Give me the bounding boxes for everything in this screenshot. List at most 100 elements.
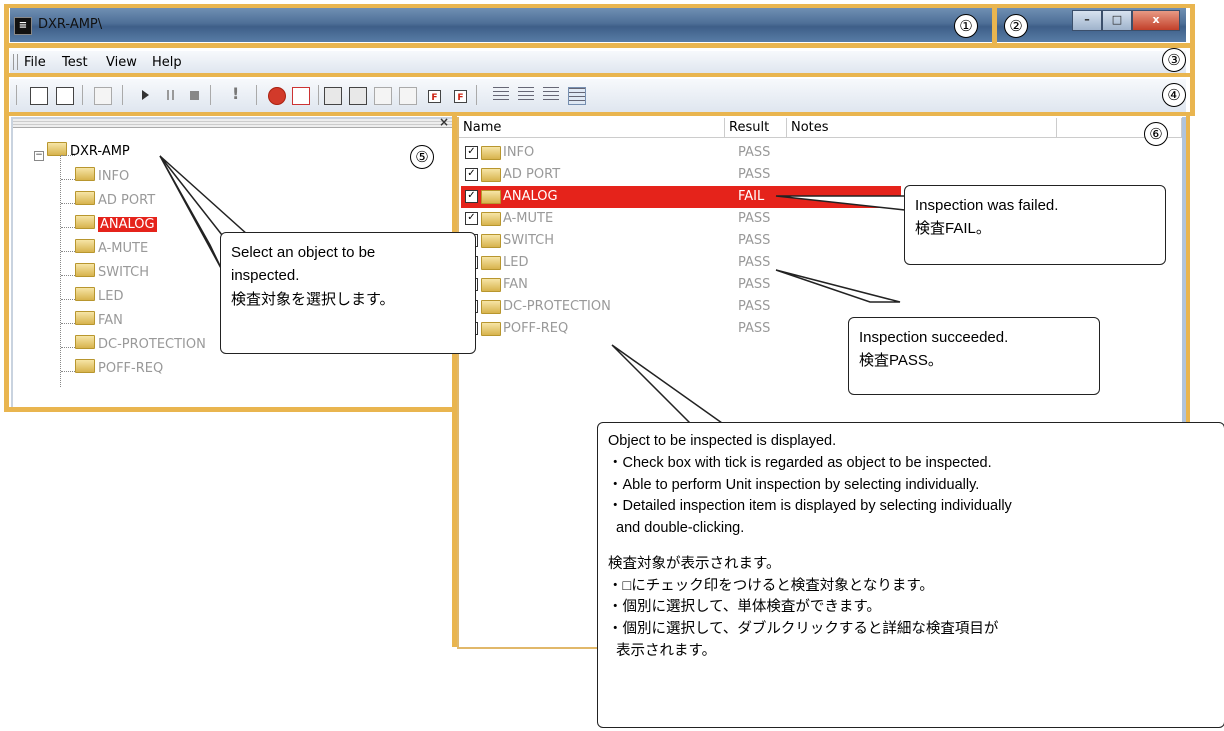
tree-connector [61, 203, 75, 205]
callout-text: 表示されます。 [608, 642, 717, 659]
row-name: POFF-REQ [503, 321, 569, 336]
pause-icon[interactable] [167, 90, 174, 100]
error-icon[interactable] [268, 87, 286, 105]
tree-item-dc-protection[interactable]: DC-PROTECTION [75, 335, 206, 352]
checkbox[interactable]: ✓ [465, 212, 478, 225]
tree-item-label: INFO [98, 169, 130, 184]
marker-6: ⑥ [1144, 122, 1168, 146]
menu-test[interactable]: Test [62, 55, 88, 70]
view-large-icon[interactable] [493, 87, 509, 103]
clear-icon[interactable] [292, 87, 310, 105]
view-list-icon[interactable] [543, 87, 559, 103]
list-row-info[interactable]: ✓ INFO PASS [461, 142, 1181, 164]
save-icon[interactable] [30, 87, 48, 105]
frame-line [4, 4, 1195, 8]
fail-clear-icon[interactable]: F [454, 90, 467, 103]
tree-item-switch[interactable]: SWITCH [75, 263, 149, 280]
print-icon[interactable] [94, 87, 112, 105]
folder-icon [75, 335, 95, 349]
tree-item-label: SWITCH [98, 265, 149, 280]
alert-icon[interactable]: ! [232, 84, 239, 103]
tree-item-info[interactable]: INFO [75, 167, 129, 184]
close-icon[interactable]: × [439, 115, 449, 129]
tree-root[interactable]: DXR-AMP [47, 142, 130, 159]
toolbar-separator [122, 85, 123, 105]
folder-icon [481, 256, 501, 270]
tree-item-label: A-MUTE [98, 241, 149, 256]
list-row-dc-protection[interactable]: ✓ DC-PROTECTIONPASS [461, 296, 1181, 318]
toolbar-separator [476, 85, 477, 105]
tree-connector [61, 155, 75, 157]
tree-item-a-mute[interactable]: A-MUTE [75, 239, 148, 256]
folder-icon [75, 311, 95, 325]
row-result: PASS [738, 145, 771, 160]
row-name: SWITCH [503, 233, 554, 248]
save-as-icon[interactable] [56, 87, 74, 105]
menu-file[interactable]: File [24, 55, 46, 70]
callout-text: ・個別に選択して、ダブルクリックすると詳細な検査項目が [608, 621, 999, 637]
collapse-toggle[interactable]: − [34, 151, 44, 161]
check-dim-icon[interactable] [374, 87, 392, 105]
marker-5: ⑤ [410, 145, 434, 169]
folder-icon [75, 167, 95, 181]
row-name: ANALOG [503, 189, 558, 204]
checkbox[interactable]: ✓ [465, 168, 478, 181]
maximize-button[interactable]: □ [1102, 10, 1132, 31]
checkbox[interactable]: ✓ [465, 190, 478, 203]
menu-help[interactable]: Help [152, 55, 182, 70]
column-header-result[interactable]: Result [725, 118, 787, 138]
callout-failed: Inspection was failed. 検査FAIL。 [904, 185, 1166, 265]
row-name: AD PORT [503, 167, 561, 182]
list-row-ad-port[interactable]: ✓ AD PORT PASS [461, 164, 1181, 186]
view-details-icon[interactable] [568, 87, 586, 105]
stop-icon[interactable] [190, 91, 199, 100]
tree-item-poff-req[interactable]: POFF-REQ [75, 359, 163, 376]
tree-item-fan[interactable]: FAN [75, 311, 123, 328]
callout-text: ・Check box with tick is regarded as obje… [608, 454, 992, 471]
view-small-icon[interactable] [518, 87, 534, 103]
tree-item-ad-port[interactable]: AD PORT [75, 191, 155, 208]
frame-line [1186, 116, 1190, 426]
callout-object: Object to be inspected is displayed. ・Ch… [597, 422, 1224, 728]
row-result: PASS [738, 233, 771, 248]
column-header-name[interactable]: Name [459, 118, 725, 138]
callout-succeeded: Inspection succeeded. 検査PASS。 [848, 317, 1100, 395]
close-button[interactable]: x [1132, 10, 1180, 31]
tree-item-analog[interactable]: ANALOG [75, 215, 157, 232]
row-result: PASS [738, 299, 771, 314]
menubar-grip[interactable] [13, 54, 18, 70]
tree-connector [61, 275, 75, 277]
tree-item-label: FAN [98, 313, 123, 328]
frame-line [4, 43, 1195, 48]
folder-icon [481, 278, 501, 292]
fail-filter-icon[interactable]: F [428, 90, 441, 103]
list-row-fan[interactable]: ✓ FANPASS [461, 274, 1181, 296]
column-header-notes[interactable]: Notes [787, 118, 1057, 138]
check-selected-icon[interactable] [349, 87, 367, 105]
folder-icon [75, 287, 95, 301]
folder-icon [75, 191, 95, 205]
tree-root-label: DXR-AMP [70, 144, 130, 159]
toolbar-grip [16, 85, 17, 105]
toolbar-separator [256, 85, 257, 105]
tree-item-led[interactable]: LED [75, 287, 123, 304]
minimize-button[interactable]: – [1072, 10, 1102, 31]
tree-item-label: AD PORT [98, 193, 156, 208]
marker-3: ③ [1162, 48, 1186, 72]
callout-spacer [608, 540, 1214, 554]
check-all-icon[interactable] [324, 87, 342, 105]
frame-line [452, 112, 457, 647]
run-icon[interactable] [142, 90, 149, 100]
list-row-analog[interactable]: ✓ ANALOG FAIL [461, 186, 901, 208]
checkbox[interactable]: ✓ [465, 146, 478, 159]
menu-view[interactable]: View [106, 55, 137, 70]
frame-line [992, 4, 997, 48]
frame-line [4, 73, 1195, 77]
tree-connector [61, 227, 75, 229]
tree-item-label: ANALOG [98, 217, 157, 232]
row-name: A-MUTE [503, 211, 554, 226]
frame-line [4, 407, 456, 412]
marker-1: ① [954, 14, 978, 38]
callout-text: ・Able to perform Unit inspection by sele… [608, 476, 980, 493]
check-dim-icon[interactable] [399, 87, 417, 105]
